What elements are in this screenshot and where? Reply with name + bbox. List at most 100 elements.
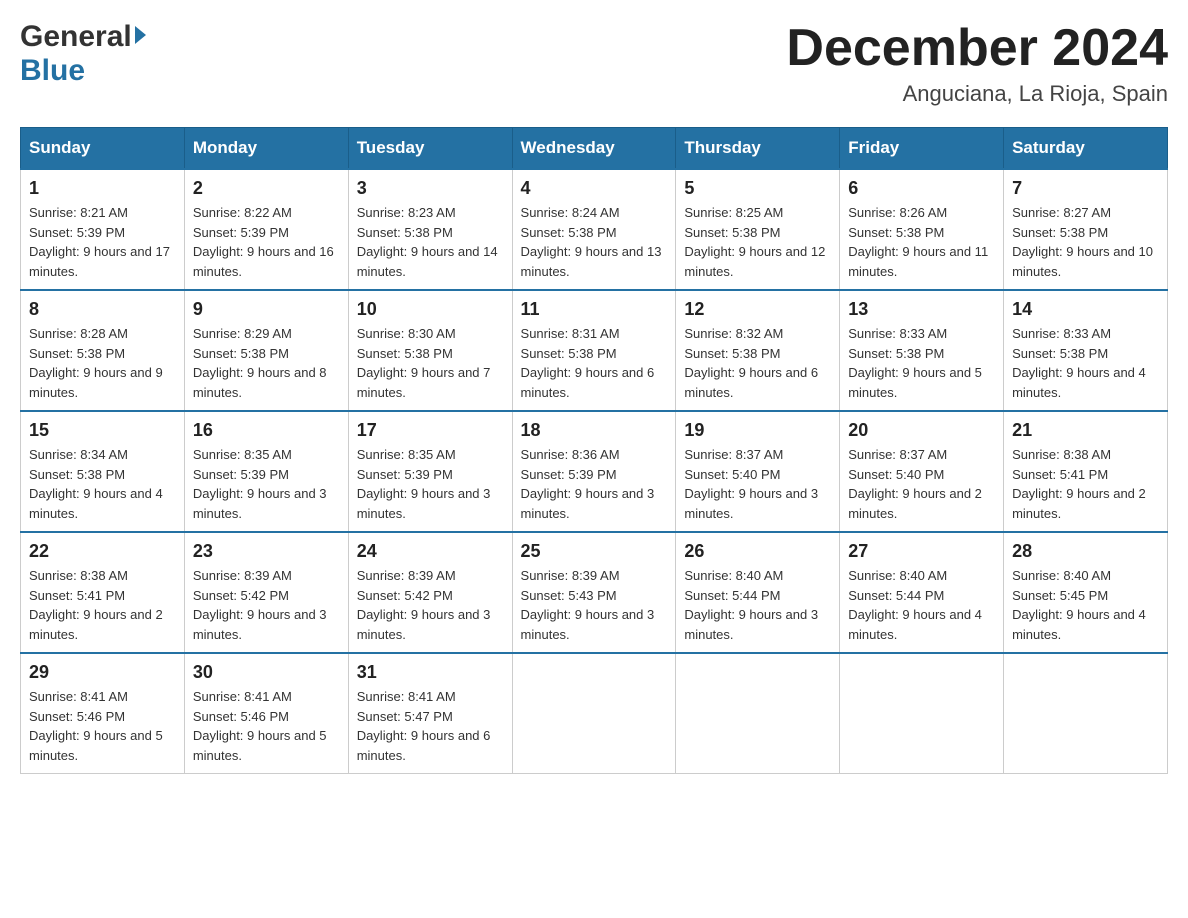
day-number: 14: [1012, 299, 1159, 320]
day-info: Sunrise: 8:41 AMSunset: 5:47 PMDaylight:…: [357, 687, 504, 765]
day-number: 13: [848, 299, 995, 320]
day-number: 16: [193, 420, 340, 441]
day-info: Sunrise: 8:30 AMSunset: 5:38 PMDaylight:…: [357, 324, 504, 402]
day-info: Sunrise: 8:39 AMSunset: 5:42 PMDaylight:…: [357, 566, 504, 644]
logo-triangle-icon: [135, 26, 146, 44]
day-number: 11: [521, 299, 668, 320]
header-sunday: Sunday: [21, 128, 185, 170]
day-info: Sunrise: 8:40 AMSunset: 5:45 PMDaylight:…: [1012, 566, 1159, 644]
calendar-cell: 26 Sunrise: 8:40 AMSunset: 5:44 PMDaylig…: [676, 532, 840, 653]
calendar-cell: 6 Sunrise: 8:26 AMSunset: 5:38 PMDayligh…: [840, 169, 1004, 290]
day-number: 20: [848, 420, 995, 441]
day-info: Sunrise: 8:28 AMSunset: 5:38 PMDaylight:…: [29, 324, 176, 402]
calendar-cell: [1004, 653, 1168, 774]
calendar-subtitle: Anguciana, La Rioja, Spain: [786, 81, 1168, 107]
title-area: December 2024 Anguciana, La Rioja, Spain: [786, 20, 1168, 107]
calendar-cell: [840, 653, 1004, 774]
calendar-cell: 15 Sunrise: 8:34 AMSunset: 5:38 PMDaylig…: [21, 411, 185, 532]
day-info: Sunrise: 8:41 AMSunset: 5:46 PMDaylight:…: [29, 687, 176, 765]
day-info: Sunrise: 8:37 AMSunset: 5:40 PMDaylight:…: [848, 445, 995, 523]
week-row-4: 22 Sunrise: 8:38 AMSunset: 5:41 PMDaylig…: [21, 532, 1168, 653]
calendar-cell: 24 Sunrise: 8:39 AMSunset: 5:42 PMDaylig…: [348, 532, 512, 653]
day-info: Sunrise: 8:33 AMSunset: 5:38 PMDaylight:…: [848, 324, 995, 402]
calendar-cell: 21 Sunrise: 8:38 AMSunset: 5:41 PMDaylig…: [1004, 411, 1168, 532]
calendar-cell: 18 Sunrise: 8:36 AMSunset: 5:39 PMDaylig…: [512, 411, 676, 532]
day-number: 1: [29, 178, 176, 199]
calendar-cell: 9 Sunrise: 8:29 AMSunset: 5:38 PMDayligh…: [184, 290, 348, 411]
header-monday: Monday: [184, 128, 348, 170]
day-number: 4: [521, 178, 668, 199]
day-info: Sunrise: 8:40 AMSunset: 5:44 PMDaylight:…: [848, 566, 995, 644]
day-info: Sunrise: 8:25 AMSunset: 5:38 PMDaylight:…: [684, 203, 831, 281]
calendar-cell: 13 Sunrise: 8:33 AMSunset: 5:38 PMDaylig…: [840, 290, 1004, 411]
day-number: 8: [29, 299, 176, 320]
day-number: 18: [521, 420, 668, 441]
day-info: Sunrise: 8:22 AMSunset: 5:39 PMDaylight:…: [193, 203, 340, 281]
day-number: 30: [193, 662, 340, 683]
day-info: Sunrise: 8:26 AMSunset: 5:38 PMDaylight:…: [848, 203, 995, 281]
day-info: Sunrise: 8:27 AMSunset: 5:38 PMDaylight:…: [1012, 203, 1159, 281]
week-row-5: 29 Sunrise: 8:41 AMSunset: 5:46 PMDaylig…: [21, 653, 1168, 774]
logo-general: General: [20, 20, 132, 54]
calendar-cell: 31 Sunrise: 8:41 AMSunset: 5:47 PMDaylig…: [348, 653, 512, 774]
day-info: Sunrise: 8:40 AMSunset: 5:44 PMDaylight:…: [684, 566, 831, 644]
calendar-cell: 22 Sunrise: 8:38 AMSunset: 5:41 PMDaylig…: [21, 532, 185, 653]
calendar-cell: [512, 653, 676, 774]
header-thursday: Thursday: [676, 128, 840, 170]
day-info: Sunrise: 8:36 AMSunset: 5:39 PMDaylight:…: [521, 445, 668, 523]
calendar-cell: 8 Sunrise: 8:28 AMSunset: 5:38 PMDayligh…: [21, 290, 185, 411]
day-info: Sunrise: 8:39 AMSunset: 5:43 PMDaylight:…: [521, 566, 668, 644]
calendar-cell: 28 Sunrise: 8:40 AMSunset: 5:45 PMDaylig…: [1004, 532, 1168, 653]
calendar-cell: 23 Sunrise: 8:39 AMSunset: 5:42 PMDaylig…: [184, 532, 348, 653]
calendar-cell: 17 Sunrise: 8:35 AMSunset: 5:39 PMDaylig…: [348, 411, 512, 532]
calendar-cell: 20 Sunrise: 8:37 AMSunset: 5:40 PMDaylig…: [840, 411, 1004, 532]
day-info: Sunrise: 8:39 AMSunset: 5:42 PMDaylight:…: [193, 566, 340, 644]
calendar-cell: 3 Sunrise: 8:23 AMSunset: 5:38 PMDayligh…: [348, 169, 512, 290]
day-number: 27: [848, 541, 995, 562]
day-number: 3: [357, 178, 504, 199]
day-number: 23: [193, 541, 340, 562]
calendar-cell: 11 Sunrise: 8:31 AMSunset: 5:38 PMDaylig…: [512, 290, 676, 411]
calendar-cell: [676, 653, 840, 774]
day-number: 6: [848, 178, 995, 199]
calendar-table: Sunday Monday Tuesday Wednesday Thursday…: [20, 127, 1168, 774]
day-number: 9: [193, 299, 340, 320]
day-number: 12: [684, 299, 831, 320]
calendar-cell: 5 Sunrise: 8:25 AMSunset: 5:38 PMDayligh…: [676, 169, 840, 290]
week-row-2: 8 Sunrise: 8:28 AMSunset: 5:38 PMDayligh…: [21, 290, 1168, 411]
day-info: Sunrise: 8:38 AMSunset: 5:41 PMDaylight:…: [1012, 445, 1159, 523]
day-info: Sunrise: 8:35 AMSunset: 5:39 PMDaylight:…: [193, 445, 340, 523]
header-wednesday: Wednesday: [512, 128, 676, 170]
day-number: 19: [684, 420, 831, 441]
calendar-cell: 14 Sunrise: 8:33 AMSunset: 5:38 PMDaylig…: [1004, 290, 1168, 411]
week-row-1: 1 Sunrise: 8:21 AMSunset: 5:39 PMDayligh…: [21, 169, 1168, 290]
calendar-cell: 27 Sunrise: 8:40 AMSunset: 5:44 PMDaylig…: [840, 532, 1004, 653]
calendar-cell: 7 Sunrise: 8:27 AMSunset: 5:38 PMDayligh…: [1004, 169, 1168, 290]
day-number: 28: [1012, 541, 1159, 562]
day-info: Sunrise: 8:33 AMSunset: 5:38 PMDaylight:…: [1012, 324, 1159, 402]
day-info: Sunrise: 8:35 AMSunset: 5:39 PMDaylight:…: [357, 445, 504, 523]
calendar-cell: 30 Sunrise: 8:41 AMSunset: 5:46 PMDaylig…: [184, 653, 348, 774]
calendar-cell: 25 Sunrise: 8:39 AMSunset: 5:43 PMDaylig…: [512, 532, 676, 653]
weekday-header-row: Sunday Monday Tuesday Wednesday Thursday…: [21, 128, 1168, 170]
calendar-cell: 16 Sunrise: 8:35 AMSunset: 5:39 PMDaylig…: [184, 411, 348, 532]
day-info: Sunrise: 8:41 AMSunset: 5:46 PMDaylight:…: [193, 687, 340, 765]
logo-blue: Blue: [20, 54, 85, 87]
page-header: General Blue December 2024 Anguciana, La…: [20, 20, 1168, 107]
day-number: 5: [684, 178, 831, 199]
calendar-cell: 2 Sunrise: 8:22 AMSunset: 5:39 PMDayligh…: [184, 169, 348, 290]
day-number: 31: [357, 662, 504, 683]
day-info: Sunrise: 8:21 AMSunset: 5:39 PMDaylight:…: [29, 203, 176, 281]
calendar-cell: 19 Sunrise: 8:37 AMSunset: 5:40 PMDaylig…: [676, 411, 840, 532]
week-row-3: 15 Sunrise: 8:34 AMSunset: 5:38 PMDaylig…: [21, 411, 1168, 532]
day-number: 29: [29, 662, 176, 683]
calendar-cell: 4 Sunrise: 8:24 AMSunset: 5:38 PMDayligh…: [512, 169, 676, 290]
day-number: 24: [357, 541, 504, 562]
calendar-cell: 29 Sunrise: 8:41 AMSunset: 5:46 PMDaylig…: [21, 653, 185, 774]
day-info: Sunrise: 8:31 AMSunset: 5:38 PMDaylight:…: [521, 324, 668, 402]
calendar-cell: 1 Sunrise: 8:21 AMSunset: 5:39 PMDayligh…: [21, 169, 185, 290]
calendar-cell: 10 Sunrise: 8:30 AMSunset: 5:38 PMDaylig…: [348, 290, 512, 411]
day-number: 26: [684, 541, 831, 562]
calendar-cell: 12 Sunrise: 8:32 AMSunset: 5:38 PMDaylig…: [676, 290, 840, 411]
day-info: Sunrise: 8:23 AMSunset: 5:38 PMDaylight:…: [357, 203, 504, 281]
